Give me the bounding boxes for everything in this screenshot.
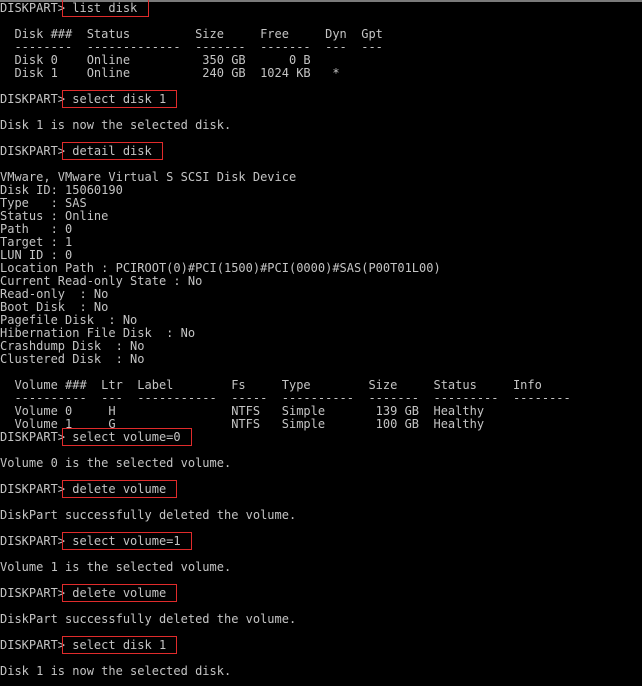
console-prompt: DISKPART> <box>0 1 66 15</box>
highlighted-command-4[interactable]: delete volume <box>65 482 173 496</box>
console-prompt: DISKPART> <box>0 586 66 600</box>
console-prompt: DISKPART> <box>0 638 66 652</box>
console-prompt: DISKPART> <box>0 430 66 444</box>
console-prompt: DISKPART> <box>0 92 66 106</box>
highlighted-command-6[interactable]: delete volume <box>65 586 173 600</box>
highlighted-command-0[interactable]: list disk <box>65 1 144 15</box>
console-command-line[interactable]: DISKPART> select disk 1 <box>0 93 642 106</box>
console-output-line: Volume 1 is the selected volume. <box>0 560 232 574</box>
highlighted-command-5[interactable]: select volume=1 <box>65 534 188 548</box>
highlighted-command-2[interactable]: detail disk <box>65 144 159 158</box>
highlighted-command-3[interactable]: select volume=0 <box>65 430 188 444</box>
console-output-line: Volume 0 is the selected volume. <box>0 456 232 470</box>
console-command-line[interactable]: DISKPART> detail disk <box>0 145 642 158</box>
console-command-line[interactable]: DISKPART> delete volume <box>0 483 642 496</box>
console-output-line: Disk ID: 15060190 <box>0 183 123 197</box>
console-command-line[interactable]: DISKPART> select volume=1 <box>0 535 642 548</box>
console-command-line[interactable]: DISKPART> select volume=0 <box>0 431 642 444</box>
console-prompt: DISKPART> <box>0 144 66 158</box>
console-output-line: DiskPart successfully deleted the volume… <box>0 612 297 626</box>
highlighted-command-1[interactable]: select disk 1 <box>65 92 173 106</box>
console-command-line[interactable]: DISKPART> select disk 1 <box>0 639 642 652</box>
console-output-area[interactable]: DISKPART> list disk Disk ### Status Size… <box>0 2 642 686</box>
console-command-line[interactable]: DISKPART> delete volume <box>0 587 642 600</box>
console-prompt: DISKPART> <box>0 482 66 496</box>
highlighted-command-7[interactable]: select disk 1 <box>65 638 173 652</box>
console-output-line: Status : Online <box>0 209 109 223</box>
console-output-line: Target : 1 <box>0 235 73 249</box>
console-command-line[interactable]: DISKPART> list disk <box>0 2 642 15</box>
console-output-line: Disk 1 is now the selected disk. <box>0 664 232 678</box>
console-output-line: DiskPart successfully deleted the volume… <box>0 508 297 522</box>
console-output-line: Disk 1 is now the selected disk. <box>0 118 232 132</box>
console-output-line: Path : 0 <box>0 222 73 236</box>
console-output-line: Clustered Disk : No <box>0 352 145 366</box>
diskpart-console-window[interactable]: DISKPART> list disk Disk ### Status Size… <box>0 0 642 686</box>
console-prompt: DISKPART> <box>0 534 66 548</box>
console-output-line: Disk 1 Online 240 GB 1024 KB * <box>0 66 340 80</box>
